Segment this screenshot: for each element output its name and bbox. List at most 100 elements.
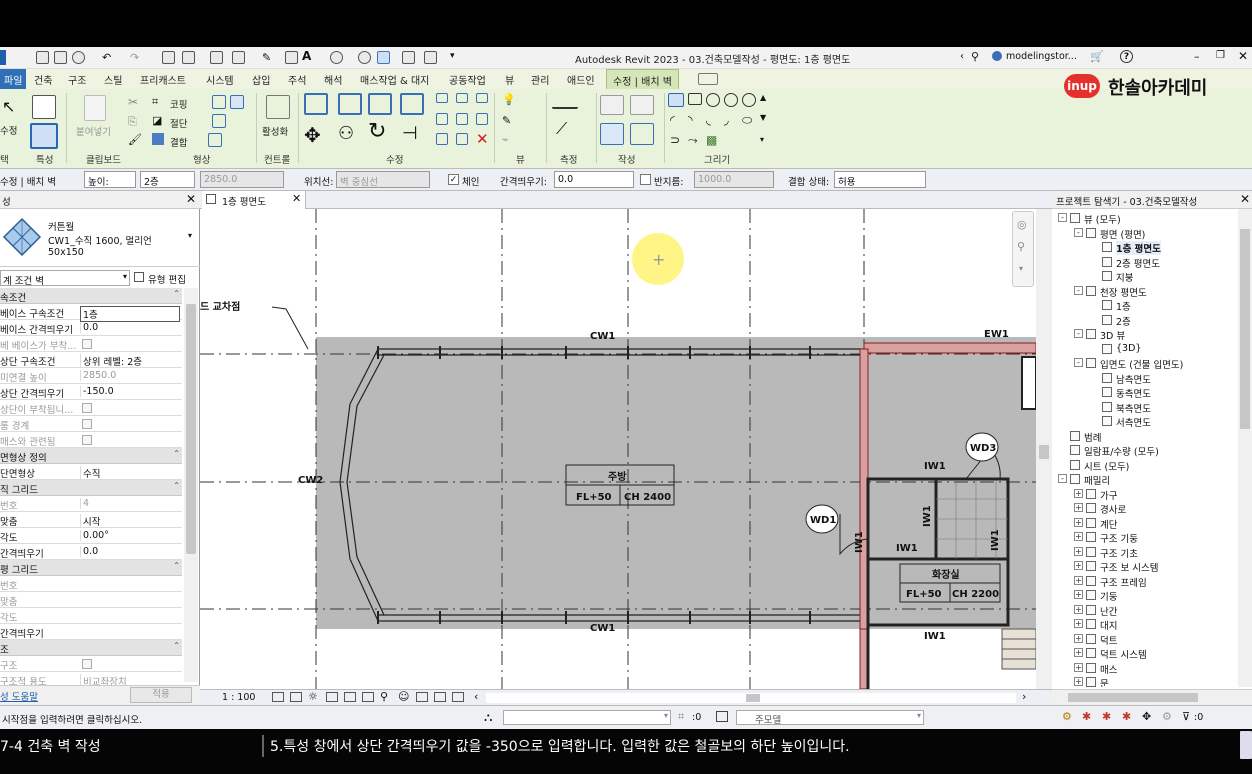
view-vscroll-thumb[interactable] bbox=[1039, 445, 1049, 459]
browser-node[interactable]: 1층 bbox=[1116, 299, 1131, 313]
pin-icon[interactable] bbox=[476, 93, 488, 103]
unpin-icon[interactable] bbox=[476, 113, 488, 125]
sun-path-icon[interactable]: ☼ bbox=[308, 690, 318, 703]
browser-node[interactable]: 뷰 (모두) bbox=[1084, 212, 1121, 226]
design-option-select[interactable]: 주모델 ▾ bbox=[736, 710, 924, 726]
offset-icon[interactable] bbox=[338, 93, 362, 115]
tab-systems[interactable]: 시스템 bbox=[206, 72, 234, 87]
create-group-icon[interactable] bbox=[630, 95, 654, 115]
browser-node[interactable]: 덕트 bbox=[1100, 633, 1117, 647]
expand-icon[interactable]: + bbox=[1074, 488, 1083, 498]
scissors-icon[interactable]: ✂ bbox=[128, 95, 138, 109]
cut-icon[interactable]: ◪ bbox=[152, 114, 162, 127]
geometry-icon-3[interactable] bbox=[212, 114, 226, 128]
scale-icon[interactable] bbox=[456, 113, 468, 125]
paste-icon[interactable] bbox=[84, 95, 106, 121]
thin-lines-icon[interactable] bbox=[377, 51, 390, 64]
browser-node[interactable]: 문 bbox=[1100, 676, 1109, 687]
property-checkbox[interactable] bbox=[82, 659, 92, 669]
draw-scroll-up-icon[interactable]: ▲ bbox=[760, 93, 766, 102]
type-dropdown-icon[interactable]: ▾ bbox=[188, 231, 192, 240]
redo-icon[interactable]: ↷ bbox=[130, 51, 143, 64]
cut-label[interactable]: 절단 bbox=[170, 116, 187, 130]
property-checkbox[interactable] bbox=[82, 419, 92, 429]
visual-style-icon[interactable] bbox=[290, 692, 302, 702]
location-line-select[interactable]: 벽 중심선 bbox=[336, 171, 430, 188]
view-tab-close-icon[interactable]: ✕ bbox=[292, 192, 301, 205]
3d-view-icon[interactable] bbox=[330, 51, 343, 64]
collapse-icon[interactable]: - bbox=[1074, 329, 1083, 338]
instance-filter-select[interactable]: 계 조건 벽 ▾ bbox=[0, 270, 130, 287]
offset-input[interactable]: 0.0 bbox=[554, 171, 634, 188]
pick-line-icon[interactable]: ⤳ bbox=[688, 133, 698, 148]
apply-button[interactable]: 적용 bbox=[130, 687, 192, 703]
browser-node[interactable]: 대지 bbox=[1100, 618, 1117, 632]
linework-icon[interactable]: ⌁ bbox=[502, 133, 509, 146]
level-select[interactable]: 2층 bbox=[140, 171, 195, 188]
tab-architecture[interactable]: 건축 bbox=[34, 72, 52, 87]
browser-node[interactable]: 구조 기초 bbox=[1100, 546, 1138, 560]
select-by-face-icon[interactable]: ✱ bbox=[1122, 710, 1131, 723]
browser-node[interactable]: 2층 평면도 bbox=[1116, 256, 1160, 270]
join-icon[interactable] bbox=[152, 133, 164, 145]
shadows-icon[interactable] bbox=[326, 692, 338, 702]
property-group-header[interactable]: 면형상 정의 ⌃ bbox=[0, 448, 182, 464]
browser-close-icon[interactable]: ✕ bbox=[1240, 192, 1250, 206]
cope-icon[interactable]: ⌗ bbox=[152, 95, 158, 109]
text-icon[interactable]: A bbox=[302, 49, 315, 63]
mirror-draw-icon[interactable] bbox=[400, 93, 424, 115]
join-label[interactable]: 결합 bbox=[170, 135, 187, 149]
activate-controls-icon[interactable] bbox=[266, 95, 290, 119]
property-value[interactable]: 상위 레벨: 2층 bbox=[80, 354, 180, 368]
design-options-icon[interactable] bbox=[716, 711, 728, 722]
browser-node[interactable]: 천장 평면도 bbox=[1100, 285, 1147, 299]
browser-node[interactable]: 지붕 bbox=[1116, 270, 1133, 284]
property-value[interactable]: 0.00° bbox=[80, 530, 180, 541]
browser-vscroll-thumb[interactable] bbox=[1240, 229, 1250, 429]
properties-help-link[interactable]: 성 도움말 bbox=[0, 689, 38, 703]
browser-horizontal-scrollbar[interactable] bbox=[1052, 689, 1252, 705]
geometry-icon-4[interactable] bbox=[208, 133, 222, 147]
dimension-icon[interactable] bbox=[232, 51, 245, 64]
geometry-icon-2[interactable] bbox=[230, 95, 244, 109]
expand-icon[interactable]: + bbox=[1074, 546, 1083, 556]
property-checkbox[interactable] bbox=[82, 403, 92, 413]
expand-icon[interactable]: + bbox=[1074, 503, 1083, 512]
modify-button-label[interactable]: 수정 bbox=[0, 123, 17, 137]
browser-node[interactable]: 계단 bbox=[1100, 517, 1117, 531]
match-icon[interactable]: 🖌 bbox=[128, 133, 142, 146]
user-icon[interactable] bbox=[992, 51, 1002, 61]
detail-level-icon[interactable] bbox=[272, 692, 284, 702]
expand-icon[interactable]: + bbox=[1074, 604, 1083, 614]
worksharing-icon[interactable] bbox=[434, 692, 446, 702]
properties-icon[interactable] bbox=[32, 95, 56, 119]
background-process-icon[interactable]: ⚙ bbox=[1162, 710, 1172, 723]
chain-checkbox[interactable]: ✓ bbox=[448, 174, 459, 185]
browser-node[interactable]: 매스 bbox=[1100, 662, 1117, 676]
array-icon[interactable] bbox=[436, 113, 448, 125]
collapse-icon[interactable]: - bbox=[1058, 213, 1067, 222]
browser-node[interactable]: 경사로 bbox=[1100, 502, 1126, 516]
property-group-header[interactable]: 평 그리드 ⌃ bbox=[0, 560, 182, 576]
property-value[interactable]: -150.0 bbox=[80, 386, 180, 397]
browser-node[interactable]: 구조 프레임 bbox=[1100, 575, 1147, 589]
height-mode-select[interactable]: 높이: bbox=[84, 171, 136, 188]
tab-analyze[interactable]: 해석 bbox=[324, 72, 342, 87]
browser-node[interactable]: {3D} bbox=[1116, 343, 1141, 354]
floor-plan-canvas[interactable]: + 드 교차점 CW1 CW1 CW2 EW1 IW1 IW1 IW1 IW1 … bbox=[200, 209, 1036, 689]
expand-icon[interactable]: + bbox=[1074, 648, 1083, 657]
qat-dropdown-icon[interactable]: ▾ bbox=[450, 51, 463, 64]
radius-input[interactable]: 1000.0 bbox=[694, 171, 774, 188]
expand-icon[interactable]: + bbox=[1074, 575, 1083, 585]
restore-icon[interactable]: ❐ bbox=[1216, 50, 1225, 61]
undo-icon[interactable]: ↶ bbox=[102, 51, 115, 64]
save-icon[interactable] bbox=[54, 51, 67, 64]
switch-windows-icon[interactable] bbox=[424, 51, 437, 64]
browser-node[interactable]: 1층 평면도 bbox=[1116, 241, 1161, 255]
select-pinned-icon[interactable]: ✱ bbox=[1102, 710, 1111, 723]
browser-node[interactable]: 남측면도 bbox=[1116, 372, 1151, 386]
draw-scroll-down-icon[interactable]: ▼ bbox=[760, 113, 766, 122]
create-part-icon[interactable] bbox=[600, 123, 624, 145]
browser-node[interactable]: 가구 bbox=[1100, 488, 1117, 502]
sync-icon[interactable] bbox=[72, 51, 85, 64]
